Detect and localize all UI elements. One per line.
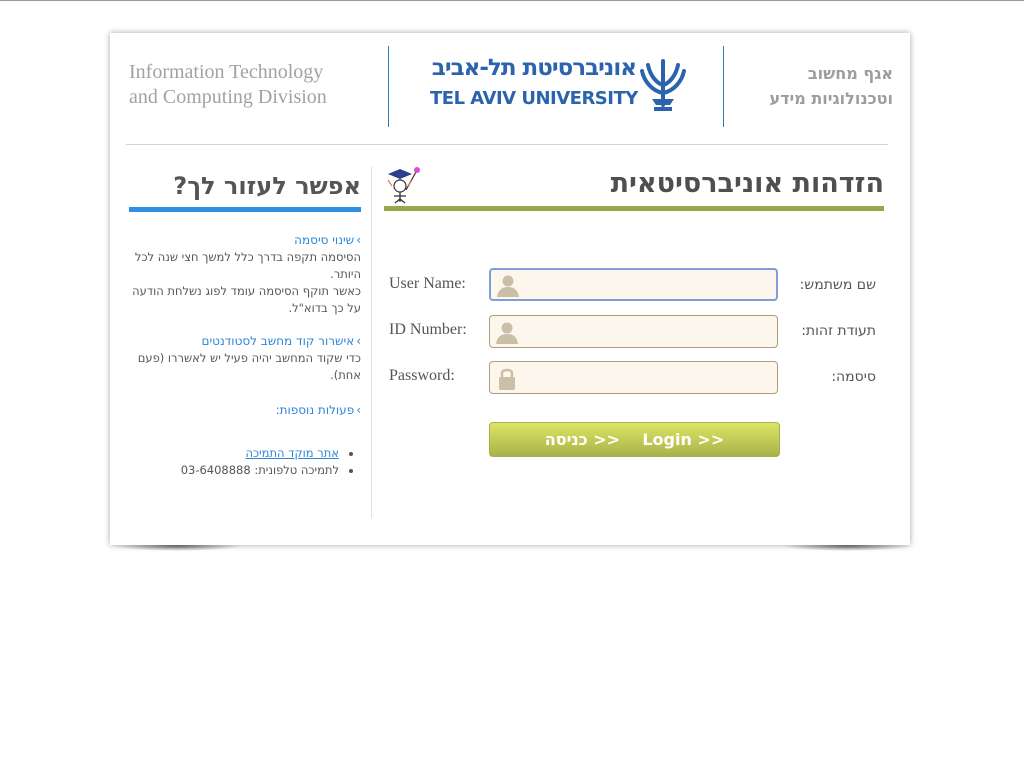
id-number-field[interactable] — [489, 315, 778, 348]
sidebar-title: אפשר לעזור לך? — [173, 172, 361, 200]
support-site-link[interactable]: אתר מוקד התמיכה — [246, 446, 339, 460]
student-code-heading: אישרור קוד מחשב לסטודנטים — [201, 334, 355, 348]
id-number-label-he: תעודת זהות: — [801, 323, 876, 339]
title-underline — [384, 206, 884, 211]
header-divider-left — [388, 46, 389, 127]
sidebar-section-change-password: ›שינוי סיסמה הסיסמה תקפה בדרך כלל למשך ח… — [129, 232, 361, 317]
division-name-en-line2: and Computing Division — [129, 86, 327, 108]
logo-text-he: אוניברסיטת תל-אביב — [431, 55, 637, 81]
change-password-text: הסיסמה תקפה בדרך כלל למשך חצי שנה לכל הי… — [129, 249, 361, 317]
list-item: אתר מוקד התמיכה — [129, 445, 339, 462]
user-icon — [497, 275, 519, 297]
username-input[interactable] — [521, 269, 776, 300]
division-name-en: Information Technology and Computing Div… — [129, 60, 369, 110]
login-button-label: כניסה >> Login >> — [544, 430, 725, 449]
login-button[interactable]: כניסה >> Login >> — [489, 422, 780, 457]
help-sidebar: אפשר לעזור לך? ›שינוי סיסמה הסיסמה תקפה … — [129, 166, 361, 479]
user-icon — [496, 322, 518, 344]
id-number-input[interactable] — [520, 315, 777, 348]
chevron-left-icon: › — [356, 334, 361, 348]
student-code-text: כדי שקוד המחשב יהיה פעיל יש לאשררו (פעם … — [137, 351, 361, 382]
password-label-en: Password: — [389, 367, 455, 384]
division-name-he: אגף מחשוב וטכנולוגיות מידע — [693, 61, 893, 111]
graduate-mascot-icon — [387, 167, 420, 204]
change-password-text-line1: הסיסמה תקפה בדרך כלל למשך חצי שנה לכל הי… — [134, 250, 361, 281]
username-label-en: User Name: — [389, 275, 466, 292]
division-name-en-line1: Information Technology — [129, 61, 324, 83]
header-divider — [126, 144, 888, 145]
password-input[interactable] — [520, 361, 777, 394]
student-code-link[interactable]: ›אישרור קוד מחשב לסטודנטים — [129, 333, 361, 350]
login-card: Information Technology and Computing Div… — [110, 33, 910, 545]
username-label-he: שם משתמש: — [799, 277, 876, 293]
lock-icon — [499, 368, 515, 390]
tau-logo: אוניברסיטת תל-אביב TEL AVIV UNIVERSITY — [428, 55, 688, 117]
more-actions-link[interactable]: ›פעולות נוספות: — [129, 402, 361, 419]
chevron-left-icon: › — [356, 403, 361, 417]
password-label-he: סיסמה: — [831, 369, 876, 385]
chevron-left-icon: › — [356, 233, 361, 247]
change-password-link[interactable]: ›שינוי סיסמה — [129, 232, 361, 249]
username-field[interactable] — [489, 268, 778, 301]
support-phone-text: לתמיכה טלפונית: 03-6408888 — [180, 463, 339, 477]
id-number-label-en: ID Number: — [389, 321, 467, 338]
sidebar-divider — [371, 166, 372, 518]
change-password-text-line2: כאשר תוקף הסיסמה עומד לפוג נשלחת הודעה ע… — [132, 284, 361, 315]
page-title: הזדהות אוניברסיטאית — [610, 168, 884, 199]
division-name-he-line2: וטכנולוגיות מידע — [769, 89, 893, 108]
change-password-heading: שינוי סיסמה — [294, 233, 355, 247]
sidebar-section-student-code: ›אישרור קוד מחשב לסטודנטים כדי שקוד המחש… — [129, 333, 361, 384]
password-field[interactable] — [489, 361, 778, 394]
support-list: אתר מוקד התמיכה לתמיכה טלפונית: 03-64088… — [129, 445, 361, 479]
menorah-icon — [640, 59, 686, 111]
sidebar-section-more-actions: ›פעולות נוספות: — [129, 402, 361, 419]
list-item: לתמיכה טלפונית: 03-6408888 — [129, 462, 339, 479]
more-actions-heading: פעולות נוספות: — [275, 403, 355, 417]
division-name-he-line1: אגף מחשוב — [807, 64, 893, 83]
logo-text-en: TEL AVIV UNIVERSITY — [430, 88, 638, 109]
sidebar-title-bar — [129, 207, 361, 212]
